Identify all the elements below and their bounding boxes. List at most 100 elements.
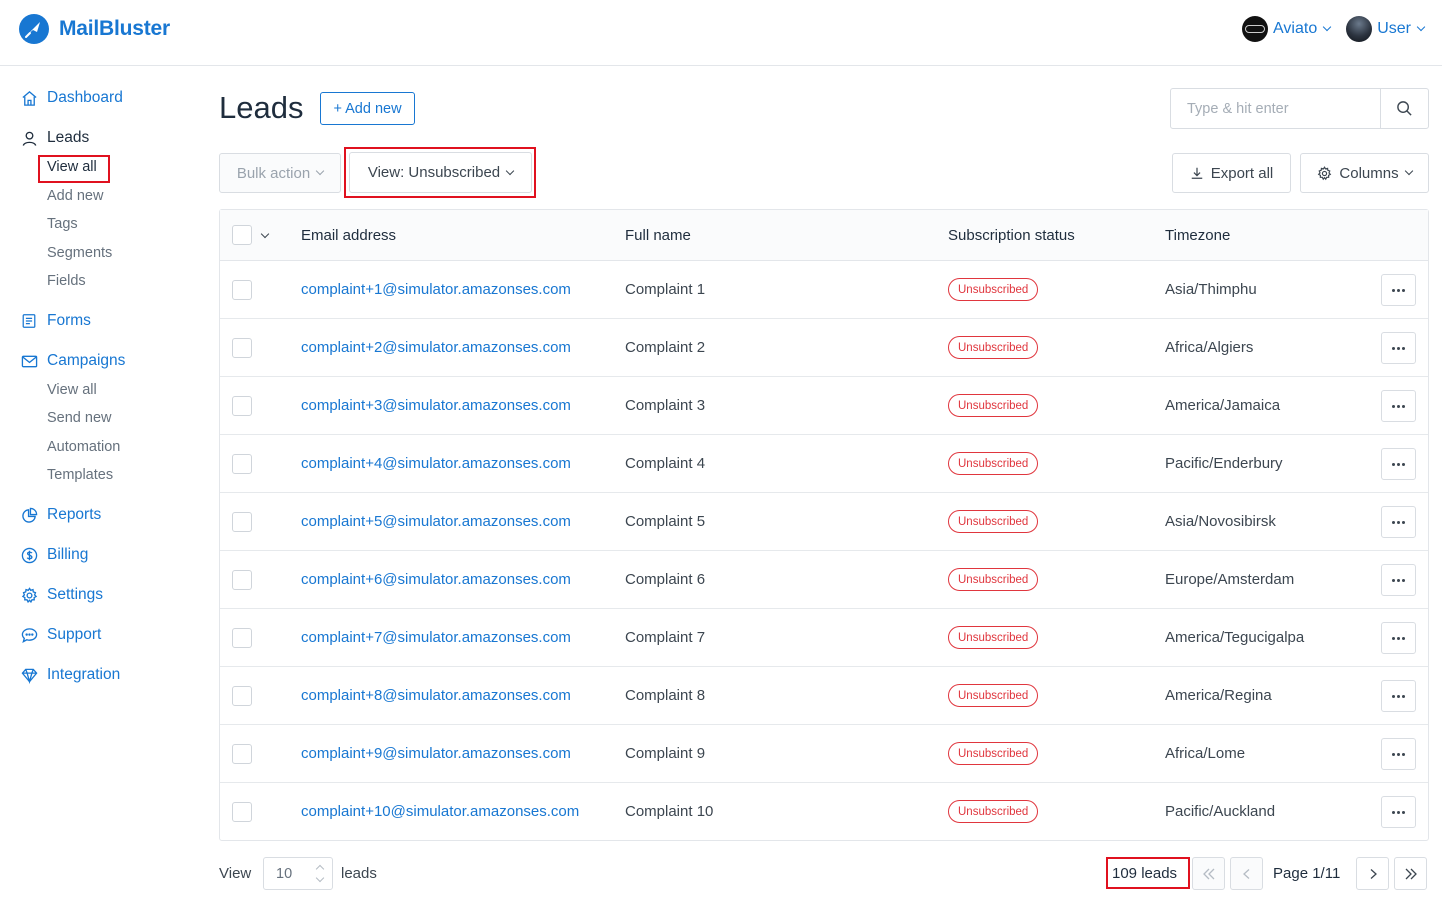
row-actions-button[interactable] xyxy=(1381,506,1416,538)
lead-full-name: Complaint 4 xyxy=(625,455,706,472)
row-checkbox[interactable] xyxy=(232,686,252,706)
per-page-stepper[interactable]: 10 xyxy=(263,857,333,890)
lead-timezone: Pacific/Auckland xyxy=(1165,803,1276,820)
ellipsis-icon xyxy=(1392,520,1405,524)
row-actions-button[interactable] xyxy=(1381,332,1416,364)
row-actions-button[interactable] xyxy=(1381,738,1416,770)
sidebar-item-support[interactable]: Support xyxy=(20,626,101,644)
row-actions-button[interactable] xyxy=(1381,564,1416,596)
previous-page-button[interactable] xyxy=(1230,857,1263,890)
ellipsis-icon xyxy=(1392,578,1405,582)
bulk-action-label: Bulk action xyxy=(236,164,311,182)
search-box xyxy=(1170,88,1429,129)
sidebar-label: Support xyxy=(47,626,102,643)
chevron-down-icon[interactable] xyxy=(260,229,270,239)
table-row[interactable]: complaint+2@simulator.amazonses.com Compl… xyxy=(220,319,1428,377)
status-badge: Unsubscribed xyxy=(948,452,1039,475)
per-page-value: 10 xyxy=(276,865,293,882)
sidebar-item-billing[interactable]: Billing xyxy=(20,546,88,564)
brand-name: MailBluster xyxy=(59,17,170,40)
lead-full-name: Complaint 7 xyxy=(625,629,706,646)
lead-email-link[interactable]: complaint+9@simulator.amazonses.com xyxy=(301,745,571,762)
lead-full-name: Complaint 6 xyxy=(625,571,706,588)
lead-email-link[interactable]: complaint+8@simulator.amazonses.com xyxy=(301,687,571,704)
sidebar-sub-leads-add-new[interactable]: Add new xyxy=(47,188,103,204)
last-page-button[interactable] xyxy=(1394,857,1427,890)
user-menu[interactable]: User xyxy=(1346,16,1426,42)
page-title: Leads xyxy=(219,90,304,125)
lead-email-link[interactable]: complaint+6@simulator.amazonses.com xyxy=(301,571,571,588)
bulk-action-dropdown[interactable]: Bulk action xyxy=(219,153,341,193)
row-checkbox[interactable] xyxy=(232,570,252,590)
table-row[interactable]: complaint+5@simulator.amazonses.com Compl… xyxy=(220,493,1428,551)
lead-email-link[interactable]: complaint+7@simulator.amazonses.com xyxy=(301,629,571,646)
status-badge: Unsubscribed xyxy=(948,278,1039,301)
row-actions-button[interactable] xyxy=(1381,796,1416,828)
home-icon xyxy=(20,89,38,107)
row-actions-button[interactable] xyxy=(1381,622,1416,654)
sidebar-sub-leads-segments[interactable]: Segments xyxy=(47,245,112,261)
sidebar-item-dashboard[interactable]: Dashboard xyxy=(20,89,123,107)
table-row[interactable]: complaint+10@simulator.amazonses.com Comp… xyxy=(220,783,1428,841)
gear-icon xyxy=(20,586,38,604)
row-checkbox[interactable] xyxy=(232,396,252,416)
table-row[interactable]: complaint+7@simulator.amazonses.com Compl… xyxy=(220,609,1428,667)
table-row[interactable]: complaint+3@simulator.amazonses.com Compl… xyxy=(220,377,1428,435)
sidebar-item-leads[interactable]: Leads xyxy=(20,129,89,147)
row-checkbox[interactable] xyxy=(232,454,252,474)
row-checkbox[interactable] xyxy=(232,512,252,532)
row-actions-button[interactable] xyxy=(1381,390,1416,422)
sidebar-item-reports[interactable]: Reports xyxy=(20,506,101,524)
table-row[interactable]: complaint+6@simulator.amazonses.com Compl… xyxy=(220,551,1428,609)
brand-logo[interactable]: MailBluster xyxy=(18,13,170,45)
row-checkbox[interactable] xyxy=(232,744,252,764)
next-page-button[interactable] xyxy=(1356,857,1389,890)
status-badge: Unsubscribed xyxy=(948,742,1039,765)
sidebar-sub-campaigns-send-new[interactable]: Send new xyxy=(47,410,112,426)
column-header-subscription-status[interactable]: Subscription status xyxy=(948,227,1075,244)
lead-email-link[interactable]: complaint+2@simulator.amazonses.com xyxy=(301,339,571,356)
row-actions-button[interactable] xyxy=(1381,274,1416,306)
sidebar-item-campaigns[interactable]: Campaigns xyxy=(20,352,125,370)
row-checkbox[interactable] xyxy=(232,628,252,648)
search-button[interactable] xyxy=(1380,89,1428,128)
lead-full-name: Complaint 2 xyxy=(625,339,706,356)
row-actions-button[interactable] xyxy=(1381,680,1416,712)
lead-email-link[interactable]: complaint+4@simulator.amazonses.com xyxy=(301,455,571,472)
row-checkbox[interactable] xyxy=(232,802,252,822)
export-all-button[interactable]: Export all xyxy=(1172,153,1291,193)
lead-timezone: Asia/Thimphu xyxy=(1165,281,1257,298)
table-row[interactable]: complaint+4@simulator.amazonses.com Compl… xyxy=(220,435,1428,493)
sidebar-sub-leads-tags[interactable]: Tags xyxy=(47,216,78,232)
table-row[interactable]: complaint+1@simulator.amazonses.com Compl… xyxy=(220,261,1428,319)
lead-email-link[interactable]: complaint+1@simulator.amazonses.com xyxy=(301,281,571,298)
user-icon xyxy=(20,129,38,147)
sidebar-item-integration[interactable]: Integration xyxy=(20,666,120,684)
columns-dropdown[interactable]: Columns xyxy=(1300,153,1429,193)
sidebar-item-forms[interactable]: Forms xyxy=(20,312,91,330)
columns-label: Columns xyxy=(1339,164,1399,182)
sidebar-item-settings[interactable]: Settings xyxy=(20,586,103,604)
column-header-full-name[interactable]: Full name xyxy=(625,227,691,244)
add-new-button[interactable]: + Add new xyxy=(320,92,415,125)
sidebar-sub-campaigns-templates[interactable]: Templates xyxy=(47,467,113,483)
table-header: Email address Full name Subscription sta… xyxy=(220,210,1428,261)
column-header-timezone[interactable]: Timezone xyxy=(1165,227,1230,244)
search-input[interactable] xyxy=(1171,89,1380,128)
row-checkbox[interactable] xyxy=(232,280,252,300)
row-checkbox[interactable] xyxy=(232,338,252,358)
row-actions-button[interactable] xyxy=(1381,448,1416,480)
lead-email-link[interactable]: complaint+5@simulator.amazonses.com xyxy=(301,513,571,530)
chevron-down-icon xyxy=(315,166,325,176)
sidebar-sub-campaigns-automation[interactable]: Automation xyxy=(47,439,120,455)
table-row[interactable]: complaint+8@simulator.amazonses.com Compl… xyxy=(220,667,1428,725)
lead-email-link[interactable]: complaint+10@simulator.amazonses.com xyxy=(301,803,579,820)
column-header-email[interactable]: Email address xyxy=(301,227,396,244)
table-row[interactable]: complaint+9@simulator.amazonses.com Compl… xyxy=(220,725,1428,783)
first-page-button[interactable] xyxy=(1192,857,1225,890)
select-all-checkbox[interactable] xyxy=(232,225,252,245)
sidebar-sub-campaigns-view-all[interactable]: View all xyxy=(47,382,97,398)
org-switcher[interactable]: Aviato xyxy=(1242,16,1332,42)
lead-email-link[interactable]: complaint+3@simulator.amazonses.com xyxy=(301,397,571,414)
sidebar-sub-leads-fields[interactable]: Fields xyxy=(47,273,86,289)
